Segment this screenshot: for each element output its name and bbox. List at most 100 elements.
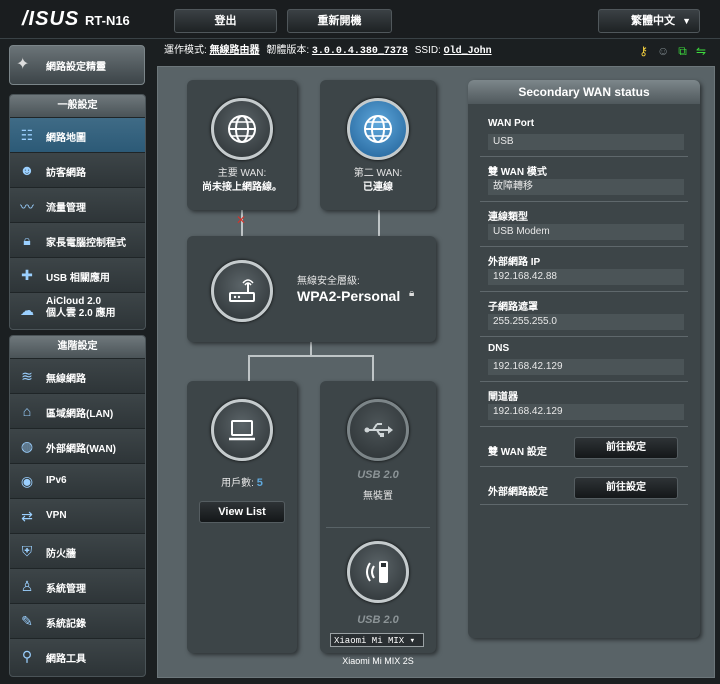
logout-button[interactable]: 登出 (174, 9, 277, 33)
usb2-label: USB 2.0 (357, 614, 399, 626)
primary-wan-status: 尚未接上網路線。 (202, 182, 282, 193)
sidebar-item-label: 系統管理 (46, 584, 86, 595)
computer-icon (211, 399, 273, 461)
primary-wan-card[interactable]: 主要 WAN: 尚未接上網路線。 (187, 80, 297, 210)
divider (480, 336, 688, 337)
usb-device-name: Xiaomi Mi MIX 2S (342, 656, 414, 666)
usb-link-line (372, 355, 374, 381)
divider (480, 426, 688, 427)
sidebar-item-sublabel: 個人雲 2.0 應用 (46, 308, 116, 319)
sidebar-item-vpn[interactable]: ⇄ VPN (10, 498, 145, 533)
divider (480, 246, 688, 247)
sidebar-item-aicloud[interactable]: ☁ AiCloud 2.0 個人雲 2.0 應用 (10, 292, 145, 327)
sidebar-item-label: 網路地圖 (46, 133, 86, 144)
sidebar-item-firewall[interactable]: ⛨ 防火牆 (10, 533, 145, 568)
router-card[interactable]: 無線安全層級: WPA2-Personal 🔒︎ (187, 236, 436, 342)
advanced-settings-header: 進階設定 (10, 336, 145, 358)
divider (480, 466, 688, 467)
sidebar-item-traffic-manager[interactable]: 〰 流量管理 (10, 187, 145, 222)
sidebar-item-label: 系統記錄 (46, 619, 86, 630)
divider (480, 291, 688, 292)
dual-wan-go-button[interactable]: 前往設定 (574, 437, 678, 459)
language-select[interactable]: 繁體中文 ▼ (598, 9, 700, 33)
field-label: WAN Port (488, 118, 535, 129)
secondary-wan-card[interactable]: 第二 WAN: 已連線 (320, 80, 436, 210)
field-value: 192.168.42.88 (488, 269, 684, 285)
disconnected-x-icon: ✕ (236, 213, 247, 227)
sidebar-item-usb-application[interactable]: ✚ USB 相關應用 (10, 257, 145, 292)
usb1-label: USB 2.0 (357, 469, 399, 481)
sidebar-item-label-block: AiCloud 2.0 個人雲 2.0 應用 (46, 296, 115, 320)
top-bar: /ISUS RT-N16 登出 重新開機 繁體中文 ▼ (0, 0, 720, 39)
status-icons: ⚷ ☺ ⧉ ⇋ (633, 44, 706, 59)
log-icon: ✎ (21, 613, 33, 629)
mode-label: 運作模式: (164, 45, 207, 56)
sidebar-item-ipv6[interactable]: ◉ IPv6 (10, 463, 145, 498)
field-label: 閘道器 (488, 392, 518, 403)
asus-logo: /ISUS (22, 8, 80, 30)
usb-modem-icon[interactable] (347, 541, 409, 603)
sidebar-item-wan[interactable]: ◍ 外部網路(WAN) (10, 428, 145, 463)
usb-icon[interactable]: ⇋ (696, 44, 706, 58)
field-value: 255.255.255.0 (488, 314, 684, 330)
sidebar-item-system-log[interactable]: ✎ 系統記錄 (10, 603, 145, 638)
shield-icon: ⛨ (21, 543, 33, 559)
ssid-label: SSID: (414, 45, 441, 56)
field-value: 192.168.42.129 (488, 359, 684, 375)
mode-link[interactable]: 無線路由器 (210, 46, 260, 57)
network-icon[interactable]: ⧉ (678, 44, 687, 59)
wan-settings-label: 外部網路設定 (488, 487, 548, 498)
guest-icon: ☻ (19, 162, 35, 178)
branch-line (248, 355, 374, 357)
language-label: 繁體中文 (631, 15, 675, 27)
puzzle-icon: ✚ (21, 267, 33, 283)
divider (480, 156, 688, 157)
clients-label: 用戶數: (221, 478, 254, 489)
general-settings-menu: 一般設定 ☷ 網路地圖 ☻ 訪客網路 〰 流量管理 🔒︎ 家長電腦控制程式 ✚ … (9, 94, 146, 330)
sidebar-item-wireless[interactable]: ≋ 無線網路 (10, 358, 145, 393)
sidebar-item-lan[interactable]: ⌂ 區域網路(LAN) (10, 393, 145, 428)
divider (480, 381, 688, 382)
globe-icon: ◍ (20, 438, 34, 454)
dual-wan-settings-label: 雙 WAN 設定 (488, 447, 547, 458)
clients-link-line (248, 355, 250, 381)
ssid-link[interactable]: Old_John (444, 46, 492, 57)
security-level-label: 無線安全層級: (297, 276, 360, 287)
secondary-wan-label: 第二 WAN: (353, 168, 403, 179)
sidebar-item-label: 訪客網路 (46, 168, 86, 179)
sidebar-item-label: USB 相關應用 (46, 273, 110, 284)
primary-wan-label: 主要 WAN: (217, 168, 267, 179)
clients-count[interactable]: 5 (257, 477, 263, 489)
wizard-label: 網路設定精靈 (46, 62, 106, 73)
sidebar-item-label: 無線網路 (46, 374, 86, 385)
sidebar-item-administration[interactable]: ♙ 系統管理 (10, 568, 145, 603)
sidebar-item-label: 流量管理 (46, 203, 86, 214)
sidebar-item-label: 防火牆 (46, 549, 76, 560)
advanced-settings-menu: 進階設定 ≋ 無線網路 ⌂ 區域網路(LAN) ◍ 外部網路(WAN) ◉ IP… (9, 335, 146, 677)
field-label: 子網路遮罩 (488, 302, 538, 313)
usb-divider (326, 527, 430, 528)
usb-device-select[interactable]: Xiaomi Mi MIX ▾ (330, 633, 424, 647)
reboot-button[interactable]: 重新開機 (287, 9, 392, 33)
wan-settings-go-button[interactable]: 前往設定 (574, 477, 678, 499)
field-label: 外部網路 IP (488, 257, 541, 268)
globe-icon (211, 98, 273, 160)
chevron-down-icon: ▼ (682, 16, 691, 26)
sidebar-item-network-tools[interactable]: ⚲ 網路工具 (10, 638, 145, 673)
key-icon[interactable]: ⚷ (639, 44, 648, 58)
wifi-icon: ≋ (21, 368, 33, 384)
sidebar-item-parental-controls[interactable]: 🔒︎ 家長電腦控制程式 (10, 222, 145, 257)
sidebar-item-network-map[interactable]: ☷ 網路地圖 (10, 117, 145, 152)
view-list-button[interactable]: View List (199, 501, 285, 523)
quick-setup-wizard-button[interactable]: ✦ 網路設定精靈 (9, 45, 145, 85)
sidebar-item-label: 家長電腦控制程式 (46, 238, 126, 249)
users-icon[interactable]: ☺ (657, 44, 669, 58)
firmware-link[interactable]: 3.0.0.4.380_7378 (312, 46, 408, 57)
sidebar-item-guest-network[interactable]: ☻ 訪客網路 (10, 152, 145, 187)
globe-icon (347, 98, 409, 160)
usb-icon[interactable] (347, 399, 409, 461)
vpn-icon: ⇄ (21, 508, 33, 524)
secondary-wan-status-panel: Secondary WAN status WAN Port USB 雙 WAN … (468, 80, 700, 638)
clients-card[interactable]: 用戶數: 5 View List (187, 381, 297, 653)
home-icon: ⌂ (22, 403, 32, 419)
